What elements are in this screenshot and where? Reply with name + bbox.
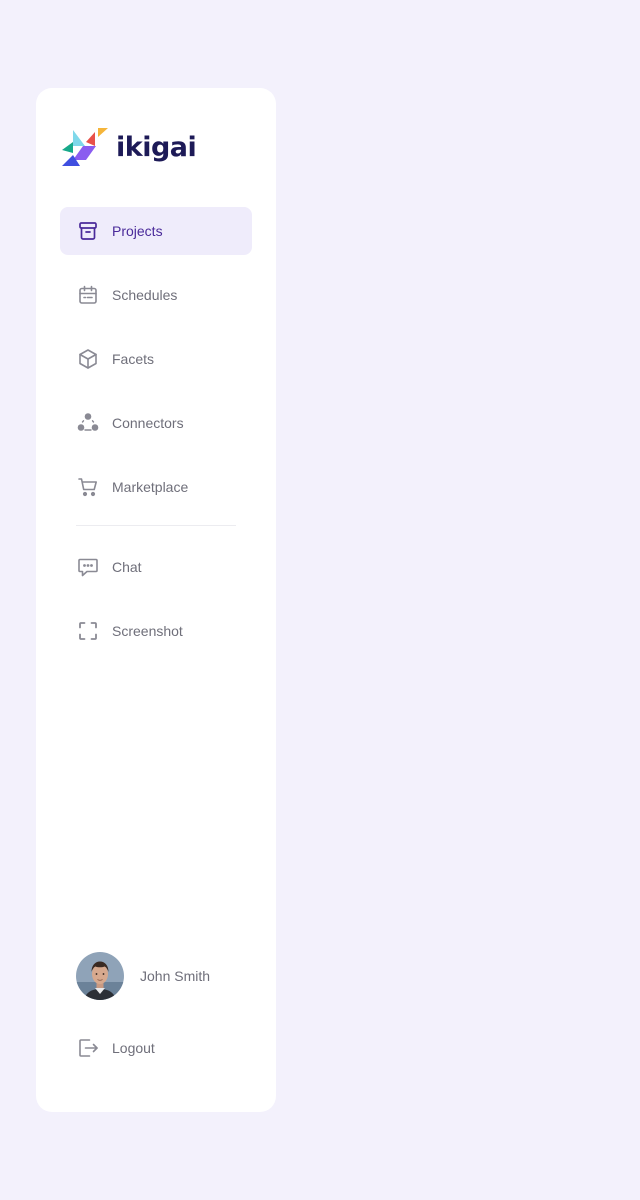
- sidebar-item-label: Connectors: [112, 415, 184, 431]
- sidebar-item-label: Facets: [112, 351, 155, 367]
- user-avatar-icon: [76, 952, 124, 1000]
- sidebar-item-connectors[interactable]: Connectors: [60, 399, 252, 447]
- sidebar-item-schedules[interactable]: Schedules: [60, 271, 252, 319]
- shopping-cart-icon: [76, 475, 100, 499]
- brand-logo[interactable]: ikigai: [60, 128, 197, 168]
- sidebar: ikigai Projects Schedules Facets Connect…: [36, 88, 276, 1112]
- sidebar-item-chat[interactable]: Chat: [60, 543, 252, 591]
- user-profile[interactable]: John Smith: [76, 952, 256, 1000]
- chat-bubble-icon: [76, 555, 100, 579]
- sidebar-item-label: Projects: [112, 223, 163, 239]
- logout-label: Logout: [112, 1040, 155, 1056]
- avatar[interactable]: [76, 952, 124, 1000]
- sidebar-item-marketplace[interactable]: Marketplace: [60, 463, 252, 511]
- sidebar-item-label: Chat: [112, 559, 142, 575]
- logout-button[interactable]: Logout: [60, 1024, 252, 1072]
- logout-icon: [76, 1036, 100, 1060]
- brand-name: ikigai: [116, 132, 197, 163]
- nav-divider: [76, 525, 236, 526]
- sidebar-item-label: Marketplace: [112, 479, 189, 495]
- sidebar-item-label: Schedules: [112, 287, 178, 303]
- user-name: John Smith: [140, 968, 211, 984]
- sidebar-item-facets[interactable]: Facets: [60, 335, 252, 383]
- archive-box-icon: [76, 219, 100, 243]
- tangram-bird-logo-icon: [62, 128, 108, 166]
- screenshot-frame-icon: [76, 619, 100, 643]
- sidebar-item-screenshot[interactable]: Screenshot: [60, 607, 252, 655]
- sidebar-item-label: Screenshot: [112, 623, 183, 639]
- calendar-icon: [76, 283, 100, 307]
- sidebar-item-projects[interactable]: Projects: [60, 207, 252, 255]
- cube-icon: [76, 347, 100, 371]
- connectors-dots-icon: [76, 411, 100, 435]
